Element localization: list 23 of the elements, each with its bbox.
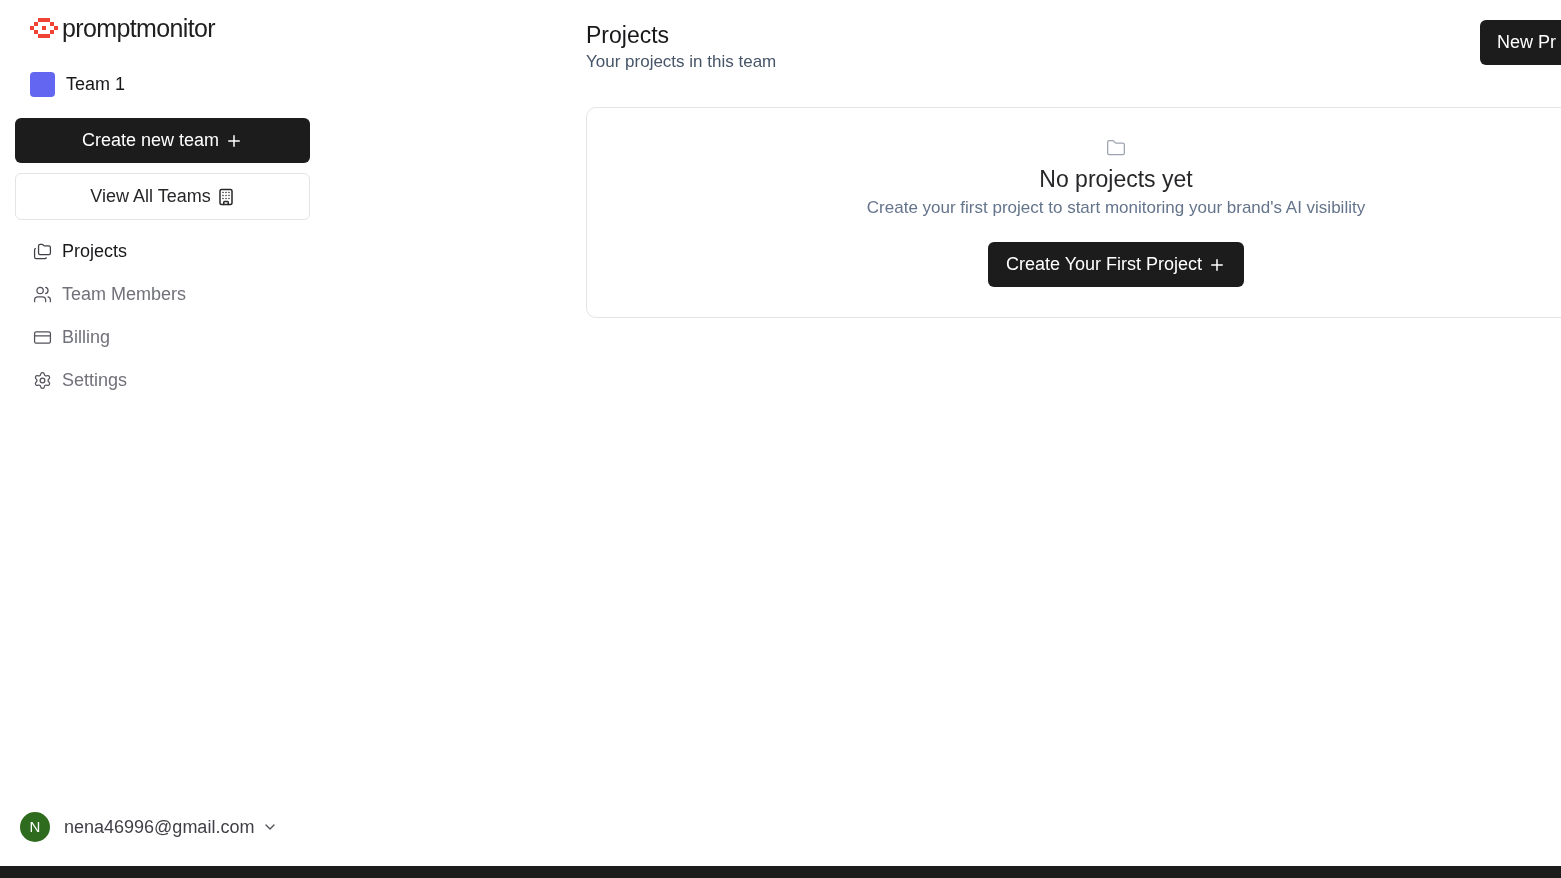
brand-name: promptmonitor [62,14,216,42]
settings-icon [33,371,52,390]
user-email[interactable]: nena46996@gmail.com [64,813,255,841]
nav-item[interactable]: Settings [15,363,310,398]
team-name[interactable]: Team 1 [66,71,126,98]
page-title: Projects [586,21,671,50]
nav-item[interactable]: Billing [15,320,310,355]
nav-item[interactable]: Team Members [15,277,310,312]
view-teams-button[interactable]: View All Teams [15,173,310,220]
folder-icon [1106,138,1126,158]
card-icon [33,328,52,347]
page-subtitle: Your projects in this team [586,51,777,73]
folders-icon [33,242,52,261]
building-icon [216,187,235,206]
empty-state-text: Create your first project to start monitoring your brand's AI visibility [866,197,1366,219]
create-project-button[interactable]: Create Your First Project [987,242,1245,287]
user-avatar: N [20,812,50,842]
new-project-button[interactable]: New Pr [1480,20,1561,65]
logo-icon [30,18,58,38]
create-team-button[interactable]: Create new team [15,118,310,163]
users-icon [33,285,52,304]
nav-item[interactable]: Projects [15,234,310,269]
empty-state-title: No projects yet [1039,165,1193,194]
